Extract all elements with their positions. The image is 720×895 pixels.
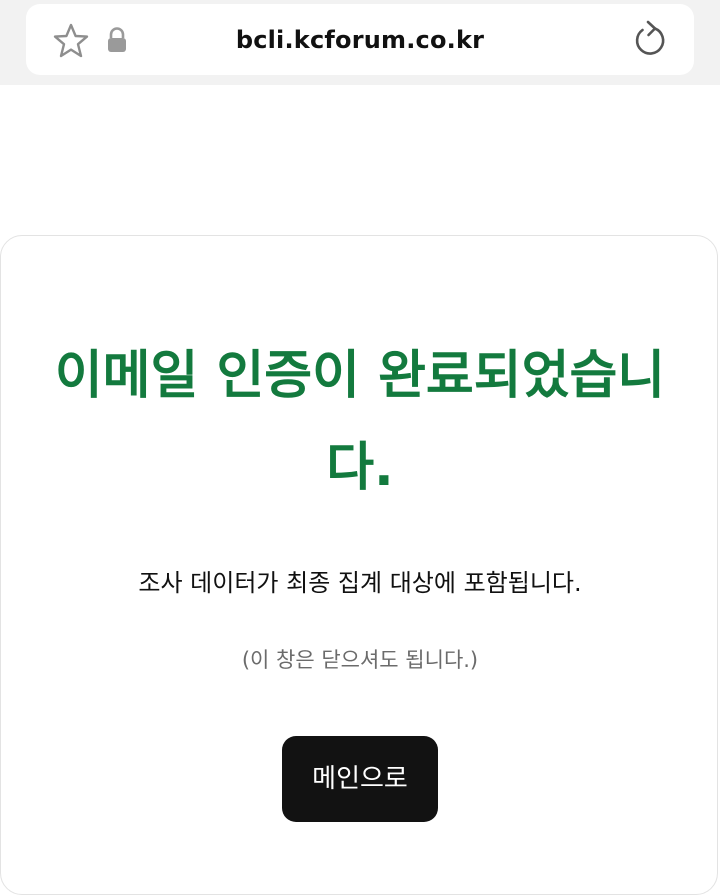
- lock-icon: [108, 27, 126, 52]
- close-window-note: (이 창은 닫으셔도 됩니다.): [241, 648, 479, 672]
- description-text: 조사 데이터가 최종 집계 대상에 포함됩니다.: [138, 569, 582, 597]
- reload-icon[interactable]: [629, 19, 669, 61]
- page-title: 이메일 인증이 완료되었습니다.: [54, 346, 666, 498]
- go-main-button[interactable]: 메인으로: [282, 736, 438, 822]
- browser-toolbar: bcli.kcforum.co.kr: [0, 0, 720, 85]
- url-text[interactable]: bcli.kcforum.co.kr: [180, 0, 540, 80]
- star-icon[interactable]: [52, 22, 90, 60]
